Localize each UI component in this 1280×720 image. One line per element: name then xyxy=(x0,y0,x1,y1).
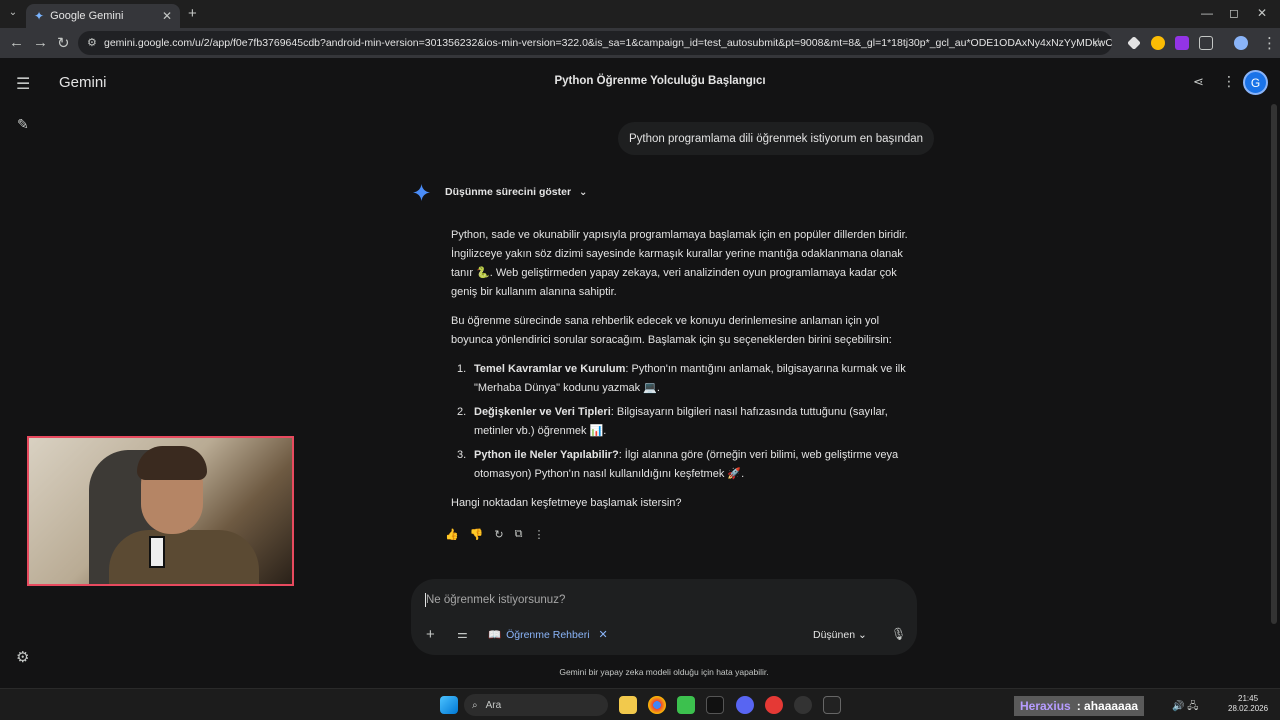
taskbar-clock[interactable]: 21:45 28.02.2026 xyxy=(1228,694,1268,714)
list-item: 2. Değişkenler ve Veri Tipleri: Bilgisaya… xyxy=(457,406,888,437)
chrome-icon[interactable] xyxy=(648,696,666,714)
chat-username: Heraxius xyxy=(1020,699,1071,713)
tools-icon[interactable]: ⚌ xyxy=(457,627,468,641)
extension-icon[interactable] xyxy=(1127,36,1141,50)
learning-guide-chip[interactable]: 📖 Öğrenme Rehberi ✕ xyxy=(488,628,608,642)
user-message: Python programlama dili öğrenmek istiyor… xyxy=(618,122,935,155)
response-actions: 👍 👎 ↻ ⧉ ⋮ xyxy=(445,528,544,541)
windows-start-icon[interactable] xyxy=(440,696,458,714)
response-paragraph: Hangi noktadan keşfetmeye başlamak ister… xyxy=(451,497,682,509)
mode-selector[interactable]: Düşünen ⌄ xyxy=(813,629,867,641)
close-icon[interactable]: ✕ xyxy=(599,628,608,641)
obs-icon[interactable] xyxy=(794,696,812,714)
more-icon[interactable]: ⋮ xyxy=(533,528,544,541)
webcam-overlay xyxy=(27,436,294,586)
youtube-icon[interactable] xyxy=(765,696,783,714)
copy-icon[interactable]: ⧉ xyxy=(515,528,523,541)
gemini-spark-icon xyxy=(413,184,430,201)
taskbar-search[interactable]: ⌕ Ara xyxy=(464,694,608,716)
search-label: Ara xyxy=(485,699,502,711)
stream-chat-overlay: Heraxius : ahaaaaaa xyxy=(1014,696,1145,716)
disclaimer: Gemini bir yapay zeka modeli olduğu için… xyxy=(559,667,769,677)
tab-close-icon[interactable]: ✕ xyxy=(162,9,172,23)
scrollbar[interactable] xyxy=(1271,104,1277,624)
add-icon[interactable]: + xyxy=(426,626,435,643)
tab-list-button[interactable]: ⌄ xyxy=(6,7,20,21)
extension-icon[interactable] xyxy=(1151,36,1165,50)
back-button[interactable]: ← xyxy=(9,34,24,51)
extension-icon[interactable] xyxy=(1175,36,1189,50)
chip-label: Öğrenme Rehberi xyxy=(506,628,590,641)
option-title: Python ile Neler Yapılabilir? xyxy=(474,449,619,461)
options-list: 1. Temel Kavramlar ve Kurulum: Python'ın … xyxy=(451,360,911,484)
thumbs-up-icon[interactable]: 👍 xyxy=(445,528,459,541)
show-thinking-toggle[interactable]: Düşünme sürecini göster ⌄ xyxy=(445,186,587,198)
list-item: 3. Python ile Neler Yapılabilir?: İlgi al… xyxy=(457,449,899,480)
forward-button[interactable]: → xyxy=(33,34,48,51)
regenerate-icon[interactable]: ↻ xyxy=(494,528,503,541)
chat-message: : ahaaaaaa xyxy=(1076,699,1139,713)
app-icon[interactable] xyxy=(706,696,724,714)
prompt-input-box[interactable]: Ne öğrenmek istiyorsunuz? + ⚌ 📖 Öğrenme … xyxy=(411,579,917,655)
avatar[interactable]: G xyxy=(1243,70,1268,95)
browser-toolbar: ← → ↻ ⚙ gemini.google.com/u/2/app/f0e7fb… xyxy=(0,28,1280,58)
search-icon: ⌕ xyxy=(472,699,478,711)
settings-icon[interactable]: ⚙ xyxy=(16,648,29,666)
browser-tabstrip: ⌄ ✦ Google Gemini ✕ + — ◻ ✕ xyxy=(0,0,1280,28)
epic-games-icon[interactable] xyxy=(823,696,841,714)
tab-title: Google Gemini xyxy=(50,10,124,22)
site-info-icon[interactable]: ⚙ xyxy=(87,36,97,49)
thinking-label: Düşünme sürecini göster xyxy=(445,186,572,198)
thumbs-down-icon[interactable]: 👎 xyxy=(470,528,484,541)
close-window-button[interactable]: ✕ xyxy=(1257,6,1267,20)
option-title: Temel Kavramlar ve Kurulum xyxy=(474,363,626,375)
maximize-button[interactable]: ◻ xyxy=(1229,6,1239,20)
model-response: Python, sade ve okunabilir yapısıyla pro… xyxy=(451,226,911,523)
list-item: 1. Temel Kavramlar ve Kurulum: Python'ın … xyxy=(457,363,906,394)
new-chat-icon[interactable]: ✎ xyxy=(17,116,29,133)
response-paragraph: Python, sade ve okunabilir yapısıyla pro… xyxy=(451,229,908,298)
new-tab-button[interactable]: + xyxy=(188,5,197,22)
gemini-favicon-icon: ✦ xyxy=(34,9,45,23)
chevron-down-icon: ⌄ xyxy=(579,187,588,198)
minimize-button[interactable]: — xyxy=(1201,6,1213,20)
response-paragraph: Bu öğrenme sürecinde sana rehberlik edec… xyxy=(451,315,892,346)
file-explorer-icon[interactable] xyxy=(619,696,637,714)
url-text: gemini.google.com/u/2/app/f0e7fb3769645c… xyxy=(104,37,1112,49)
microphone-icon[interactable]: 🎙 xyxy=(891,627,906,641)
system-tray[interactable]: 🔊 🖧 xyxy=(1172,699,1198,716)
bookmark-star-icon[interactable]: ☆ xyxy=(1092,35,1104,51)
prompt-placeholder[interactable]: Ne öğrenmek istiyorsunuz? xyxy=(426,594,565,606)
browser-menu-icon[interactable]: ⋮ xyxy=(1262,34,1277,52)
discord-icon[interactable] xyxy=(736,696,754,714)
gemini-app: ☰ ✎ ⚙ Gemini Python Öğrenme Yolculuğu Ba… xyxy=(0,58,1280,688)
book-icon: 📖 xyxy=(488,629,502,641)
address-bar[interactable]: ⚙ gemini.google.com/u/2/app/f0e7fb376964… xyxy=(78,31,1112,55)
chat-title: Python Öğrenme Yolculuğu Başlangıcı xyxy=(554,75,766,87)
profile-icon[interactable] xyxy=(1234,36,1248,50)
app-icon[interactable] xyxy=(677,696,695,714)
browser-tab[interactable]: ✦ Google Gemini ✕ xyxy=(26,4,180,28)
share-icon[interactable]: ⋖ xyxy=(1193,74,1204,90)
more-options-icon[interactable]: ⋮ xyxy=(1222,73,1236,90)
option-title: Değişkenler ve Veri Tipleri xyxy=(474,406,611,418)
reload-button[interactable]: ↻ xyxy=(57,34,70,52)
extensions-puzzle-icon[interactable] xyxy=(1199,36,1213,50)
